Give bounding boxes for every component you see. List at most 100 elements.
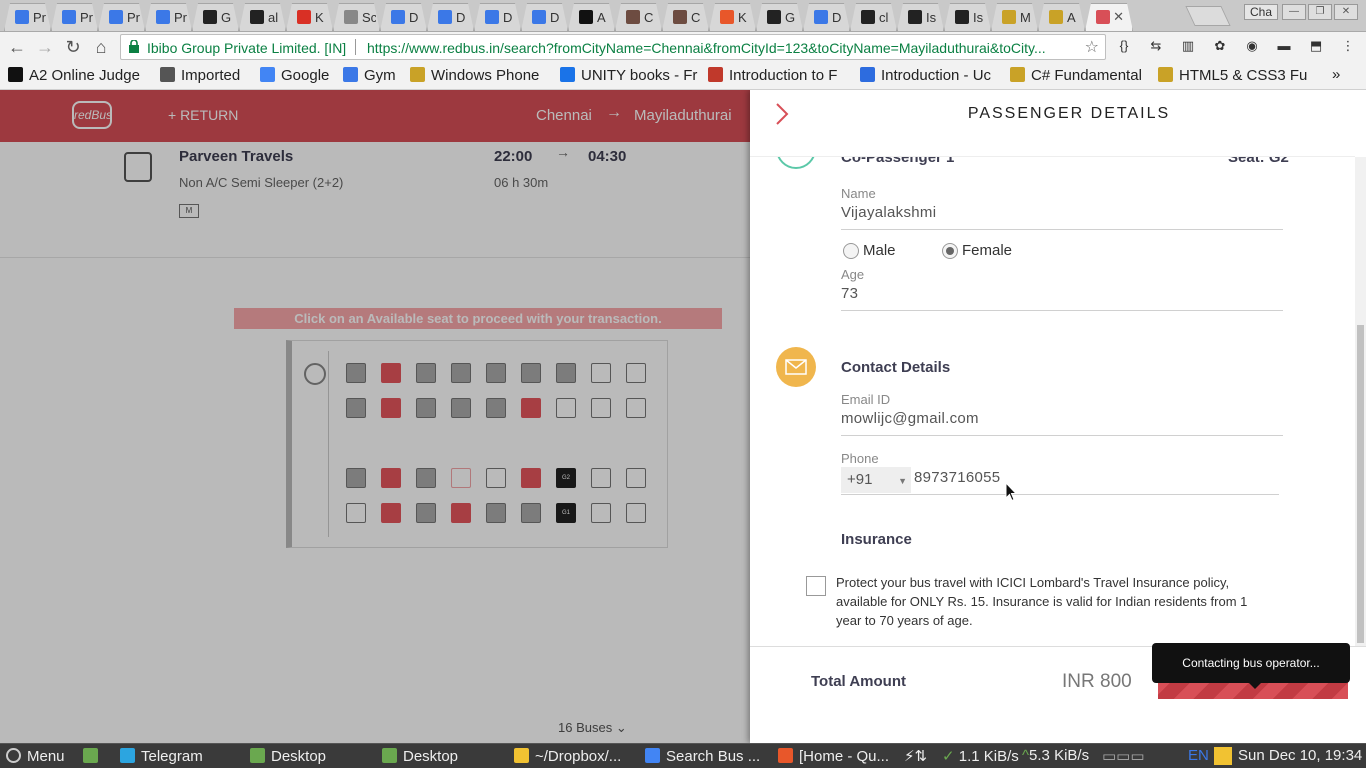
tab-title: Is (973, 10, 984, 25)
gender-male-radio[interactable] (843, 243, 859, 259)
browser-tab[interactable]: Pr (4, 3, 51, 31)
bookmark-item[interactable]: Introduction to F (708, 67, 837, 84)
bookmark-star-icon[interactable]: ☆ (1085, 37, 1099, 57)
extension-icon[interactable]: ✿ (1210, 36, 1230, 56)
taskbar-window-button[interactable]: Telegram (120, 748, 203, 765)
tab-title: K (315, 10, 324, 25)
tab-title: Pr (174, 10, 187, 25)
dropdown-caret-icon: ▼ (898, 476, 907, 486)
insurance-description: Protect your bus travel with ICICI Lomba… (836, 575, 1248, 628)
taskbar-window-button[interactable]: Search Bus ... (645, 748, 760, 765)
modal-backdrop[interactable] (0, 90, 750, 743)
browser-tab[interactable]: Pr (145, 3, 192, 31)
bookmarks-bar: » A2 Online Judge Imported Google Gym Window… (0, 62, 1366, 90)
browser-tab[interactable]: Sc (333, 3, 380, 31)
age-underline (841, 310, 1283, 311)
tab-favicon-icon (203, 10, 217, 24)
site-identity[interactable]: Ibibo Group Private Limited. [IN] (147, 40, 346, 56)
browser-tab[interactable]: A (1038, 3, 1085, 31)
extension-icon[interactable]: ⋮ (1338, 36, 1358, 56)
browser-tab[interactable]: A (568, 3, 615, 31)
extension-icon[interactable]: {} (1114, 36, 1134, 56)
extension-icon[interactable]: ▬ (1274, 36, 1294, 56)
app-icon (778, 748, 793, 763)
bookmark-item[interactable]: Windows Phone (410, 67, 539, 84)
browser-tab[interactable]: C (662, 3, 709, 31)
maximize-button[interactable]: ❐ (1308, 4, 1332, 20)
extension-icon[interactable]: ◉ (1242, 36, 1262, 56)
insurance-checkbox[interactable] (806, 576, 826, 596)
url-text[interactable]: https://www.redbus.in/search?fromCityNam… (367, 40, 1077, 56)
extension-icon[interactable]: ▥ (1178, 36, 1198, 56)
keyboard-layout[interactable]: EN (1188, 747, 1209, 764)
browser-tab[interactable]: Is (897, 3, 944, 31)
scrollbar-thumb[interactable] (1357, 325, 1364, 643)
back-button[interactable]: ← (6, 36, 28, 58)
home-button[interactable]: ⌂ (90, 36, 112, 58)
system-monitor-icons[interactable]: ▭▭▭ (1102, 747, 1145, 765)
browser-tab[interactable]: D (474, 3, 521, 31)
extension-icon[interactable]: ⇆ (1146, 36, 1166, 56)
panel-scrollbar[interactable] (1355, 157, 1366, 647)
tab-favicon-icon (720, 10, 734, 24)
clock[interactable]: Sun Dec 10, 19:34 (1238, 747, 1362, 764)
reload-button[interactable]: ↻ (62, 36, 84, 58)
forward-button[interactable]: → (34, 36, 56, 58)
close-tab-icon[interactable]: ✕ (1113, 9, 1124, 25)
profile-button[interactable]: Cha (1244, 4, 1278, 20)
address-bar[interactable]: Ibibo Group Private Limited. [IN] https:… (120, 34, 1106, 60)
taskbar-window-button[interactable]: Desktop (382, 748, 458, 765)
bookmark-item[interactable]: A2 Online Judge (8, 67, 140, 84)
extension-icon[interactable]: ⬒ (1306, 36, 1326, 56)
browser-tab[interactable]: Is (944, 3, 991, 31)
minimize-button[interactable]: — (1282, 4, 1306, 20)
show-desktop-button[interactable] (83, 748, 104, 765)
bookmark-item[interactable]: C# Fundamental (1010, 67, 1142, 84)
browser-tab[interactable]: D (427, 3, 474, 31)
start-menu-button[interactable]: Menu (6, 748, 65, 765)
browser-tab[interactable]: K (286, 3, 333, 31)
bookmark-item[interactable]: UNITY books - Fr (560, 67, 697, 84)
browser-tab[interactable]: Pr (98, 3, 145, 31)
country-code-select[interactable]: +91 ▼ (841, 467, 911, 493)
close-window-button[interactable]: ✕ (1334, 4, 1358, 20)
bookmark-item[interactable]: Imported (160, 67, 240, 84)
tray-icons[interactable]: ⚡⇅ (904, 747, 927, 765)
bookmark-label: Windows Phone (431, 67, 540, 84)
bookmarks-overflow-button[interactable]: » (1332, 66, 1340, 83)
age-field[interactable]: 73 (841, 285, 858, 302)
name-field[interactable]: Vijayalakshmi (841, 204, 936, 221)
browser-tab[interactable]: al (239, 3, 286, 31)
bookmark-label: C# Fundamental (1031, 67, 1142, 84)
browser-tab[interactable]: D (803, 3, 850, 31)
tab-favicon-icon (62, 10, 76, 24)
gender-female-label: Female (962, 242, 1013, 259)
panel-scroll-area[interactable]: Co-Passenger 1 Seat: G2 Name Vijayalaksh… (750, 157, 1355, 647)
browser-tab-active[interactable]: ✕ (1085, 3, 1133, 31)
email-field[interactable]: mowlijc@gmail.com (841, 410, 979, 427)
taskbar-window-button[interactable]: ~/Dropbox/... (514, 748, 621, 765)
tab-favicon-icon (861, 10, 875, 24)
browser-tab[interactable]: G (192, 3, 239, 31)
bookmark-item[interactable]: Google (260, 67, 329, 84)
browser-tab[interactable]: cl (850, 3, 897, 31)
panel-title: PASSENGER DETAILS (967, 105, 1171, 122)
new-tab-button[interactable] (1185, 6, 1231, 26)
phone-field[interactable]: 8973716055 (914, 469, 1000, 486)
browser-tab[interactable]: D (521, 3, 568, 31)
browser-tab[interactable]: M (991, 3, 1038, 31)
tab-title: K (738, 10, 747, 25)
browser-tab[interactable]: Pr (51, 3, 98, 31)
browser-tab[interactable]: C (615, 3, 662, 31)
gender-female-radio[interactable] (942, 243, 958, 259)
browser-tab[interactable]: K (709, 3, 756, 31)
notes-icon[interactable] (1214, 747, 1232, 765)
bookmark-item[interactable]: HTML5 & CSS3 Fu (1158, 67, 1307, 84)
bookmark-item[interactable]: Gym (343, 67, 396, 84)
browser-tab[interactable]: G (756, 3, 803, 31)
taskbar-window-button[interactable]: Desktop (250, 748, 326, 765)
bookmark-item[interactable]: Introduction - Uc (860, 67, 991, 84)
taskbar-window-button[interactable]: [Home - Qu... (778, 748, 889, 765)
taskbar-window-label: Search Bus ... (666, 748, 761, 765)
browser-tab[interactable]: D (380, 3, 427, 31)
